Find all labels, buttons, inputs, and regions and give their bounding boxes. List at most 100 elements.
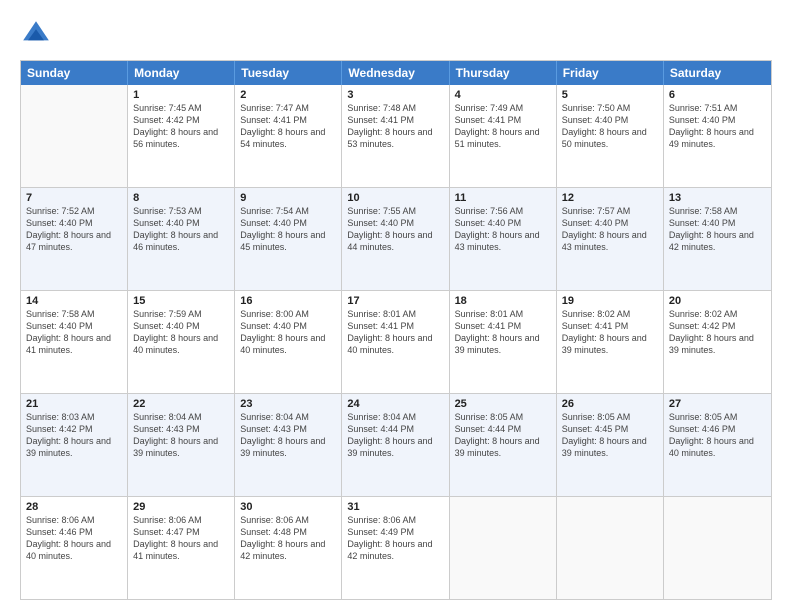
calendar-body: 1Sunrise: 7:45 AMSunset: 4:42 PMDaylight…: [21, 85, 771, 599]
header-day-monday: Monday: [128, 61, 235, 85]
day-cell-3: 3Sunrise: 7:48 AMSunset: 4:41 PMDaylight…: [342, 85, 449, 187]
day-number: 6: [669, 89, 766, 101]
day-cell-21: 21Sunrise: 8:03 AMSunset: 4:42 PMDayligh…: [21, 394, 128, 496]
day-number: 12: [562, 192, 658, 204]
cell-info: Sunrise: 7:49 AMSunset: 4:41 PMDaylight:…: [455, 102, 551, 151]
day-number: 29: [133, 501, 229, 513]
day-cell-9: 9Sunrise: 7:54 AMSunset: 4:40 PMDaylight…: [235, 188, 342, 290]
day-number: 27: [669, 398, 766, 410]
header-day-saturday: Saturday: [664, 61, 771, 85]
day-cell-16: 16Sunrise: 8:00 AMSunset: 4:40 PMDayligh…: [235, 291, 342, 393]
day-cell-18: 18Sunrise: 8:01 AMSunset: 4:41 PMDayligh…: [450, 291, 557, 393]
day-number: 25: [455, 398, 551, 410]
cell-info: Sunrise: 8:02 AMSunset: 4:41 PMDaylight:…: [562, 308, 658, 357]
day-cell-14: 14Sunrise: 7:58 AMSunset: 4:40 PMDayligh…: [21, 291, 128, 393]
day-cell-13: 13Sunrise: 7:58 AMSunset: 4:40 PMDayligh…: [664, 188, 771, 290]
cell-info: Sunrise: 8:06 AMSunset: 4:49 PMDaylight:…: [347, 514, 443, 563]
day-cell-26: 26Sunrise: 8:05 AMSunset: 4:45 PMDayligh…: [557, 394, 664, 496]
header: [20, 18, 772, 50]
day-number: 16: [240, 295, 336, 307]
day-number: 5: [562, 89, 658, 101]
cell-info: Sunrise: 8:00 AMSunset: 4:40 PMDaylight:…: [240, 308, 336, 357]
cell-info: Sunrise: 8:01 AMSunset: 4:41 PMDaylight:…: [455, 308, 551, 357]
cell-info: Sunrise: 7:47 AMSunset: 4:41 PMDaylight:…: [240, 102, 336, 151]
day-cell-11: 11Sunrise: 7:56 AMSunset: 4:40 PMDayligh…: [450, 188, 557, 290]
day-number: 22: [133, 398, 229, 410]
day-cell-24: 24Sunrise: 8:04 AMSunset: 4:44 PMDayligh…: [342, 394, 449, 496]
calendar-row-0: 1Sunrise: 7:45 AMSunset: 4:42 PMDaylight…: [21, 85, 771, 187]
cell-info: Sunrise: 7:58 AMSunset: 4:40 PMDaylight:…: [669, 205, 766, 254]
cell-info: Sunrise: 7:52 AMSunset: 4:40 PMDaylight:…: [26, 205, 122, 254]
cell-info: Sunrise: 8:06 AMSunset: 4:47 PMDaylight:…: [133, 514, 229, 563]
day-cell-27: 27Sunrise: 8:05 AMSunset: 4:46 PMDayligh…: [664, 394, 771, 496]
day-cell-6: 6Sunrise: 7:51 AMSunset: 4:40 PMDaylight…: [664, 85, 771, 187]
cell-info: Sunrise: 8:02 AMSunset: 4:42 PMDaylight:…: [669, 308, 766, 357]
day-cell-20: 20Sunrise: 8:02 AMSunset: 4:42 PMDayligh…: [664, 291, 771, 393]
header-day-wednesday: Wednesday: [342, 61, 449, 85]
day-number: 3: [347, 89, 443, 101]
day-number: 14: [26, 295, 122, 307]
day-cell-15: 15Sunrise: 7:59 AMSunset: 4:40 PMDayligh…: [128, 291, 235, 393]
day-number: 21: [26, 398, 122, 410]
day-cell-17: 17Sunrise: 8:01 AMSunset: 4:41 PMDayligh…: [342, 291, 449, 393]
cell-info: Sunrise: 7:59 AMSunset: 4:40 PMDaylight:…: [133, 308, 229, 357]
cell-info: Sunrise: 8:03 AMSunset: 4:42 PMDaylight:…: [26, 411, 122, 460]
cell-info: Sunrise: 7:48 AMSunset: 4:41 PMDaylight:…: [347, 102, 443, 151]
cell-info: Sunrise: 7:45 AMSunset: 4:42 PMDaylight:…: [133, 102, 229, 151]
cell-info: Sunrise: 8:05 AMSunset: 4:44 PMDaylight:…: [455, 411, 551, 460]
calendar-row-4: 28Sunrise: 8:06 AMSunset: 4:46 PMDayligh…: [21, 496, 771, 599]
day-number: 28: [26, 501, 122, 513]
cell-info: Sunrise: 8:04 AMSunset: 4:43 PMDaylight:…: [240, 411, 336, 460]
day-number: 7: [26, 192, 122, 204]
day-cell-7: 7Sunrise: 7:52 AMSunset: 4:40 PMDaylight…: [21, 188, 128, 290]
empty-cell: [450, 497, 557, 599]
day-cell-5: 5Sunrise: 7:50 AMSunset: 4:40 PMDaylight…: [557, 85, 664, 187]
page: SundayMondayTuesdayWednesdayThursdayFrid…: [0, 0, 792, 612]
header-day-sunday: Sunday: [21, 61, 128, 85]
empty-cell: [664, 497, 771, 599]
cell-info: Sunrise: 7:53 AMSunset: 4:40 PMDaylight:…: [133, 205, 229, 254]
day-number: 31: [347, 501, 443, 513]
cell-info: Sunrise: 7:54 AMSunset: 4:40 PMDaylight:…: [240, 205, 336, 254]
day-cell-19: 19Sunrise: 8:02 AMSunset: 4:41 PMDayligh…: [557, 291, 664, 393]
day-number: 13: [669, 192, 766, 204]
day-cell-1: 1Sunrise: 7:45 AMSunset: 4:42 PMDaylight…: [128, 85, 235, 187]
day-number: 15: [133, 295, 229, 307]
empty-cell: [557, 497, 664, 599]
day-number: 26: [562, 398, 658, 410]
day-cell-4: 4Sunrise: 7:49 AMSunset: 4:41 PMDaylight…: [450, 85, 557, 187]
day-cell-23: 23Sunrise: 8:04 AMSunset: 4:43 PMDayligh…: [235, 394, 342, 496]
cell-info: Sunrise: 7:56 AMSunset: 4:40 PMDaylight:…: [455, 205, 551, 254]
day-number: 9: [240, 192, 336, 204]
day-cell-25: 25Sunrise: 8:05 AMSunset: 4:44 PMDayligh…: [450, 394, 557, 496]
cell-info: Sunrise: 7:51 AMSunset: 4:40 PMDaylight:…: [669, 102, 766, 151]
day-cell-12: 12Sunrise: 7:57 AMSunset: 4:40 PMDayligh…: [557, 188, 664, 290]
day-number: 10: [347, 192, 443, 204]
day-number: 8: [133, 192, 229, 204]
calendar-header: SundayMondayTuesdayWednesdayThursdayFrid…: [21, 61, 771, 85]
day-cell-10: 10Sunrise: 7:55 AMSunset: 4:40 PMDayligh…: [342, 188, 449, 290]
empty-cell: [21, 85, 128, 187]
day-cell-2: 2Sunrise: 7:47 AMSunset: 4:41 PMDaylight…: [235, 85, 342, 187]
day-cell-8: 8Sunrise: 7:53 AMSunset: 4:40 PMDaylight…: [128, 188, 235, 290]
day-cell-28: 28Sunrise: 8:06 AMSunset: 4:46 PMDayligh…: [21, 497, 128, 599]
day-number: 19: [562, 295, 658, 307]
header-day-tuesday: Tuesday: [235, 61, 342, 85]
cell-info: Sunrise: 7:55 AMSunset: 4:40 PMDaylight:…: [347, 205, 443, 254]
header-day-thursday: Thursday: [450, 61, 557, 85]
cell-info: Sunrise: 8:01 AMSunset: 4:41 PMDaylight:…: [347, 308, 443, 357]
cell-info: Sunrise: 8:06 AMSunset: 4:48 PMDaylight:…: [240, 514, 336, 563]
day-number: 2: [240, 89, 336, 101]
day-number: 20: [669, 295, 766, 307]
cell-info: Sunrise: 8:04 AMSunset: 4:43 PMDaylight:…: [133, 411, 229, 460]
cell-info: Sunrise: 7:50 AMSunset: 4:40 PMDaylight:…: [562, 102, 658, 151]
calendar: SundayMondayTuesdayWednesdayThursdayFrid…: [20, 60, 772, 600]
header-day-friday: Friday: [557, 61, 664, 85]
day-number: 18: [455, 295, 551, 307]
logo-icon: [20, 18, 52, 50]
day-number: 1: [133, 89, 229, 101]
day-number: 11: [455, 192, 551, 204]
cell-info: Sunrise: 8:05 AMSunset: 4:46 PMDaylight:…: [669, 411, 766, 460]
day-number: 4: [455, 89, 551, 101]
day-number: 23: [240, 398, 336, 410]
